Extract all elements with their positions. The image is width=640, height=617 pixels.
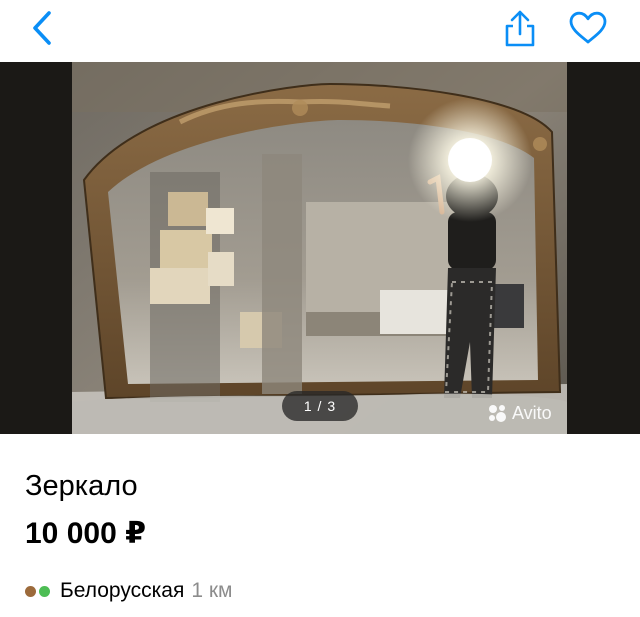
metro-station: Белорусская: [60, 579, 185, 602]
back-button[interactable]: [22, 8, 62, 48]
avito-logo-icon: [489, 405, 506, 422]
photo-pager: 1 / 3: [282, 391, 358, 421]
heart-outline-icon: [569, 11, 607, 44]
top-bar: [0, 0, 640, 62]
metro-line-dot-green: [39, 585, 50, 597]
metro-location[interactable]: Белорусская 1 км: [25, 576, 232, 606]
photo-gallery[interactable]: 1 / 3 Avito: [0, 62, 640, 434]
metro-line-dot-brown: [25, 585, 36, 597]
favorite-button[interactable]: [564, 6, 612, 50]
share-button[interactable]: [498, 6, 542, 50]
metro-distance: 1 км: [191, 579, 233, 602]
watermark-text: Avito: [512, 402, 552, 423]
listing-price: 10 000 ₽: [25, 517, 146, 550]
share-icon: [505, 10, 535, 47]
avito-watermark: Avito: [486, 400, 552, 426]
listing-title: Зеркало: [25, 470, 138, 502]
listing-photo: [0, 62, 640, 434]
chevron-left-icon: [33, 11, 51, 45]
